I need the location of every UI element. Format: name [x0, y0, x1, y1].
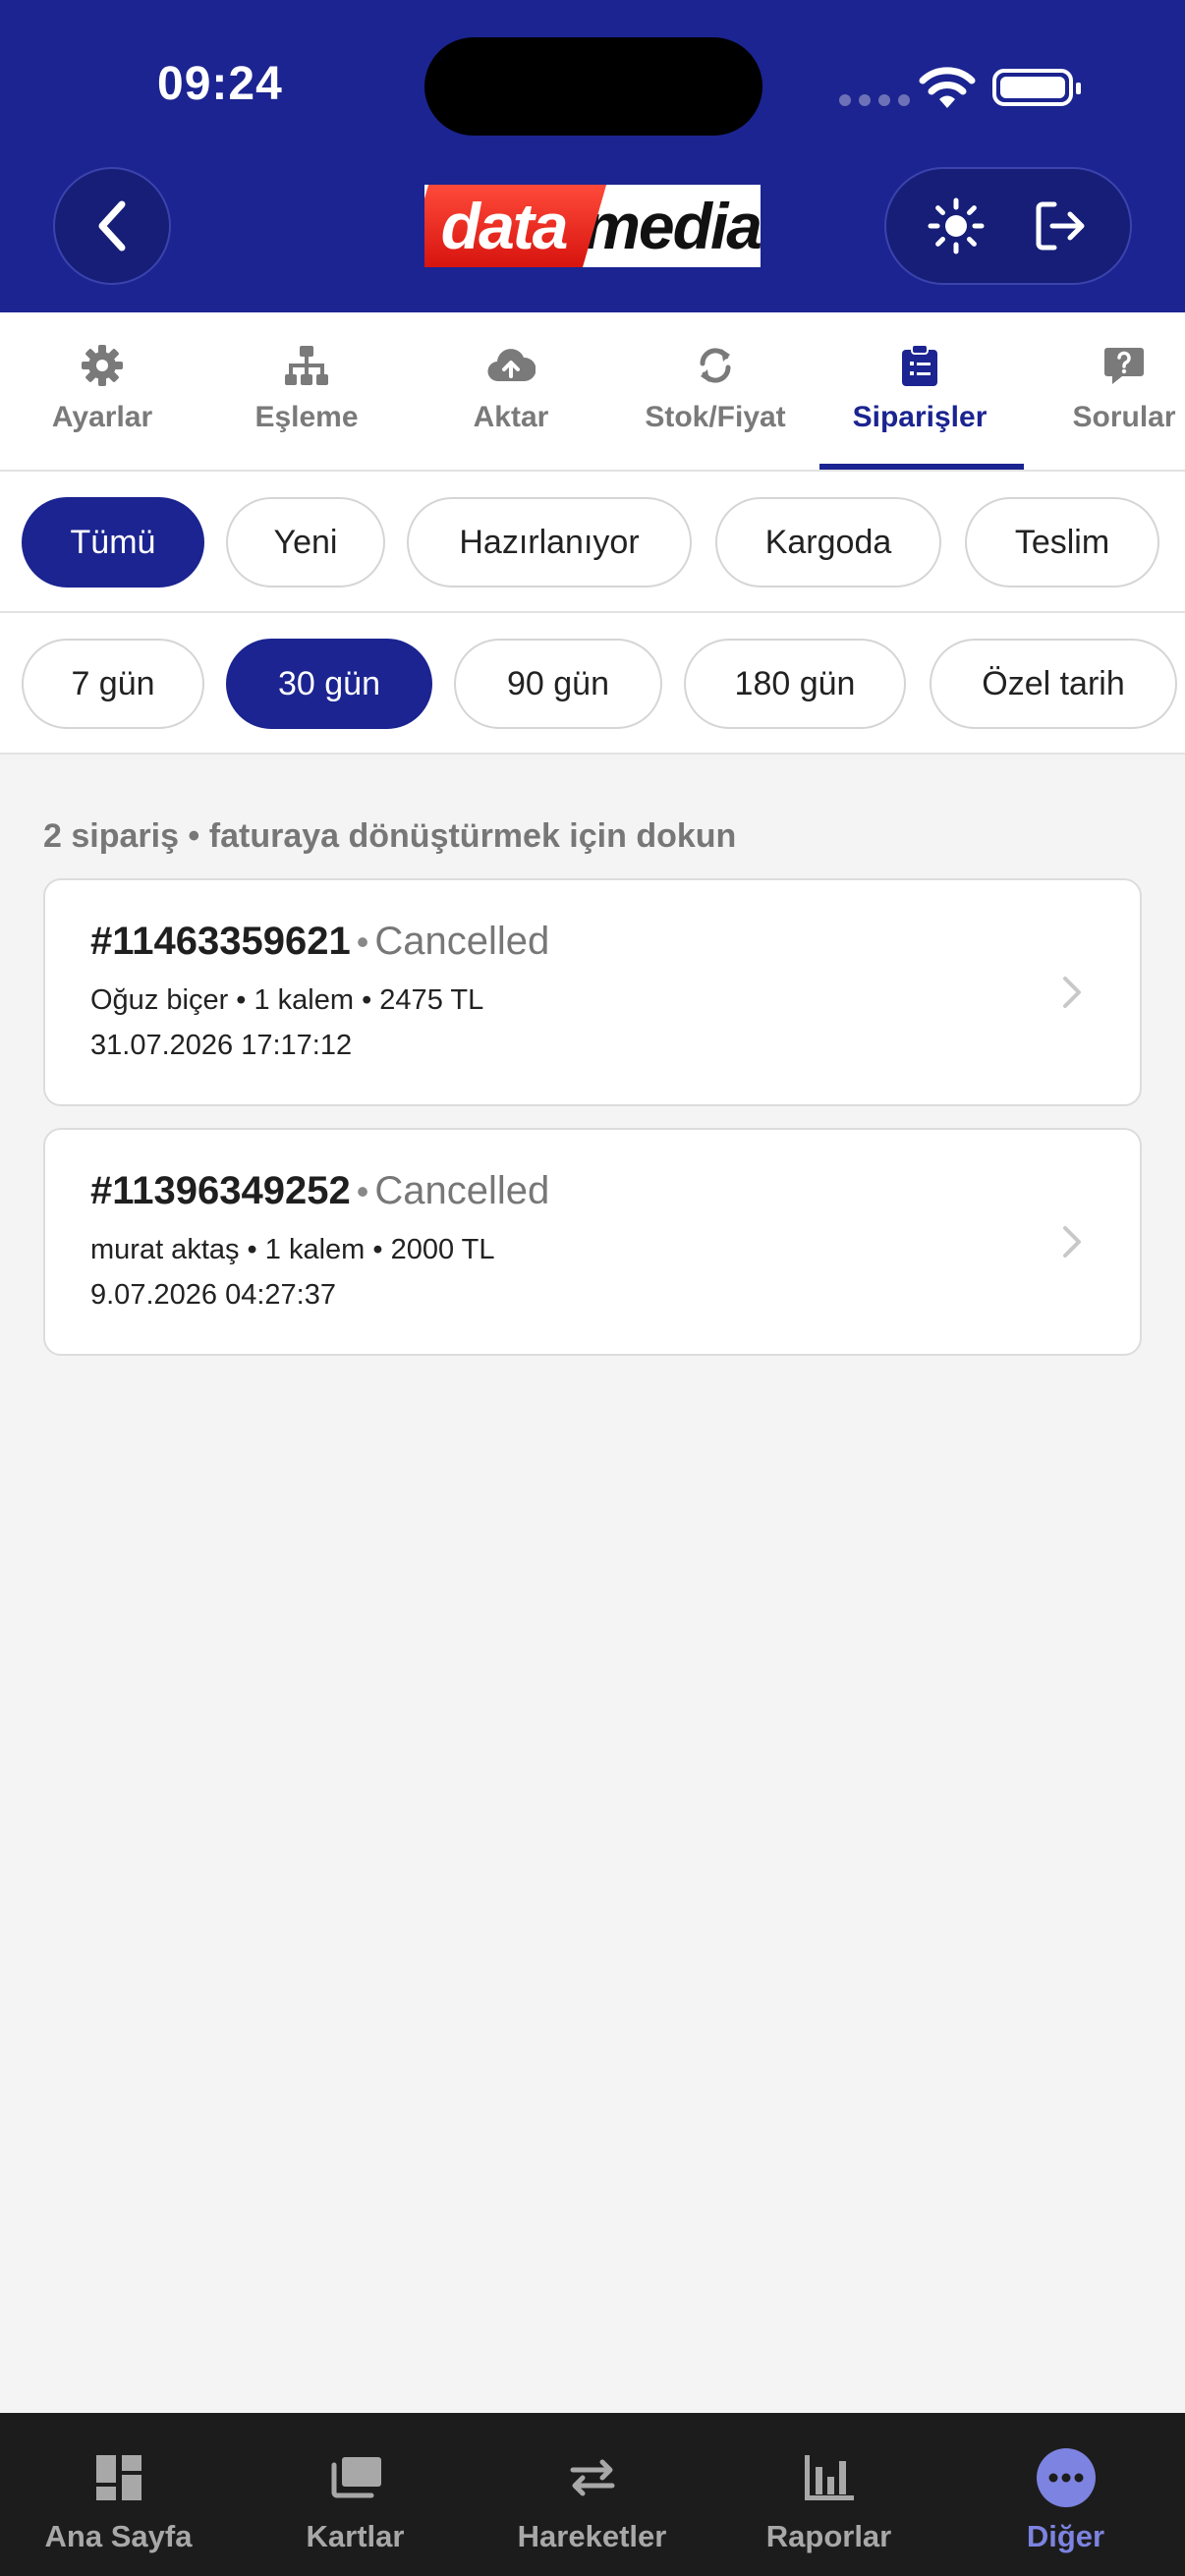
dashboard-icon — [95, 2455, 141, 2500]
chevron-left-icon — [98, 200, 126, 252]
nav-label: Raporlar — [765, 2519, 892, 2553]
status-filter-row: Tümü Yeni Hazırlanıyor Kargoda Teslim — [0, 472, 1185, 613]
filter-chip-hazirlaniyor[interactable]: Hazırlanıyor — [407, 497, 692, 588]
period-chip-180[interactable]: 180 gün — [684, 639, 906, 729]
period-chip-7[interactable]: 7 gün — [22, 639, 204, 729]
nav-label: Diğer — [1026, 2519, 1105, 2553]
nav-label: Ana Sayfa — [44, 2519, 193, 2553]
swap-arrows-icon — [570, 2459, 614, 2496]
nav-hareketler[interactable]: Hareketler — [474, 2413, 710, 2576]
gear-icon — [82, 345, 123, 386]
period-filter-row: 7 gün 30 gün 90 gün 180 gün Özel tarih — [0, 613, 1185, 755]
wifi-icon — [919, 67, 976, 108]
tab-label: Stok/Fiyat — [645, 401, 786, 433]
nav-diger[interactable]: Diğer — [947, 2413, 1184, 2576]
bar-chart-icon — [804, 2455, 854, 2500]
dynamic-island — [424, 37, 762, 136]
order-card[interactable]: #11463359621 • Cancelled Oğuz biçer • 1 ka… — [43, 878, 1142, 1106]
filter-chip-tumu[interactable]: Tümü — [22, 497, 204, 588]
tab-label: Ayarlar — [51, 401, 153, 433]
orders-summary: 2 sipariş • faturaya dönüştürmek için do… — [43, 817, 737, 855]
tab-label: Siparişler — [852, 401, 988, 433]
app-header: 09:24 data media — [0, 0, 1185, 312]
bottom-navigation: Ana Sayfa Kartlar Hareketler Raporlar Di… — [0, 2413, 1185, 2576]
section-tabs: Ayarlar Eşleme Aktar Stok/Fiyat Siparişl… — [0, 312, 1185, 472]
order-card[interactable]: #11396349252 • Cancelled murat aktaş • 1 k… — [43, 1128, 1142, 1356]
nav-kartlar[interactable]: Kartlar — [237, 2413, 474, 2576]
filter-chip-yeni[interactable]: Yeni — [226, 497, 385, 588]
filter-chip-kargoda[interactable]: Kargoda — [715, 497, 941, 588]
chevron-right-icon — [1063, 1226, 1081, 1258]
tab-label: Aktar — [473, 401, 549, 433]
question-comment-icon — [1104, 348, 1144, 384]
tab-esleme[interactable]: Eşleme — [204, 312, 409, 470]
theme-toggle-sun-icon[interactable] — [927, 196, 986, 255]
logout-icon[interactable] — [1031, 196, 1090, 255]
order-status: Cancelled — [374, 1169, 550, 1212]
nav-label: Hareketler — [517, 2519, 667, 2553]
order-details: murat aktaş • 1 kalem • 2000 TL — [90, 1234, 495, 1265]
cellular-signal-icon — [839, 94, 910, 106]
app-logo: data media — [424, 185, 761, 267]
tab-aktar[interactable]: Aktar — [409, 312, 613, 470]
nav-ana-sayfa[interactable]: Ana Sayfa — [0, 2413, 237, 2576]
order-date: 9.07.2026 04:27:37 — [90, 1279, 336, 1311]
tab-sorular[interactable]: Sorular — [1022, 312, 1185, 470]
period-chip-custom[interactable]: Özel tarih — [930, 639, 1177, 729]
back-button[interactable] — [53, 167, 171, 285]
order-status: Cancelled — [374, 920, 550, 963]
active-tab-indicator — [819, 464, 1024, 470]
tab-ayarlar[interactable]: Ayarlar — [0, 312, 204, 470]
sitemap-icon — [285, 346, 328, 385]
header-actions — [884, 167, 1132, 285]
tab-siparisler[interactable]: Siparişler — [818, 312, 1022, 470]
period-chip-90[interactable]: 90 gün — [454, 639, 662, 729]
more-dots-icon — [1036, 2448, 1096, 2507]
period-chip-30[interactable]: 30 gün — [226, 639, 432, 729]
sync-icon — [700, 348, 731, 383]
tab-label: Sorular — [1072, 401, 1176, 433]
order-date: 31.07.2026 17:17:12 — [90, 1030, 353, 1061]
filter-chip-teslim[interactable]: Teslim — [965, 497, 1159, 588]
clipboard-list-icon — [902, 344, 937, 386]
battery-icon — [992, 69, 1081, 106]
status-time: 09:24 — [157, 58, 283, 110]
order-number: #11396349252 — [90, 1169, 351, 1212]
order-number: #11463359621 — [90, 920, 351, 963]
cloud-upload-icon — [487, 349, 536, 382]
cards-icon — [331, 2457, 381, 2498]
tab-label: Eşleme — [254, 401, 359, 433]
nav-label: Kartlar — [306, 2519, 405, 2553]
chevron-right-icon — [1063, 977, 1081, 1008]
nav-raporlar[interactable]: Raporlar — [710, 2413, 947, 2576]
tab-stok-fiyat[interactable]: Stok/Fiyat — [613, 312, 818, 470]
order-details: Oğuz biçer • 1 kalem • 2475 TL — [90, 984, 484, 1016]
